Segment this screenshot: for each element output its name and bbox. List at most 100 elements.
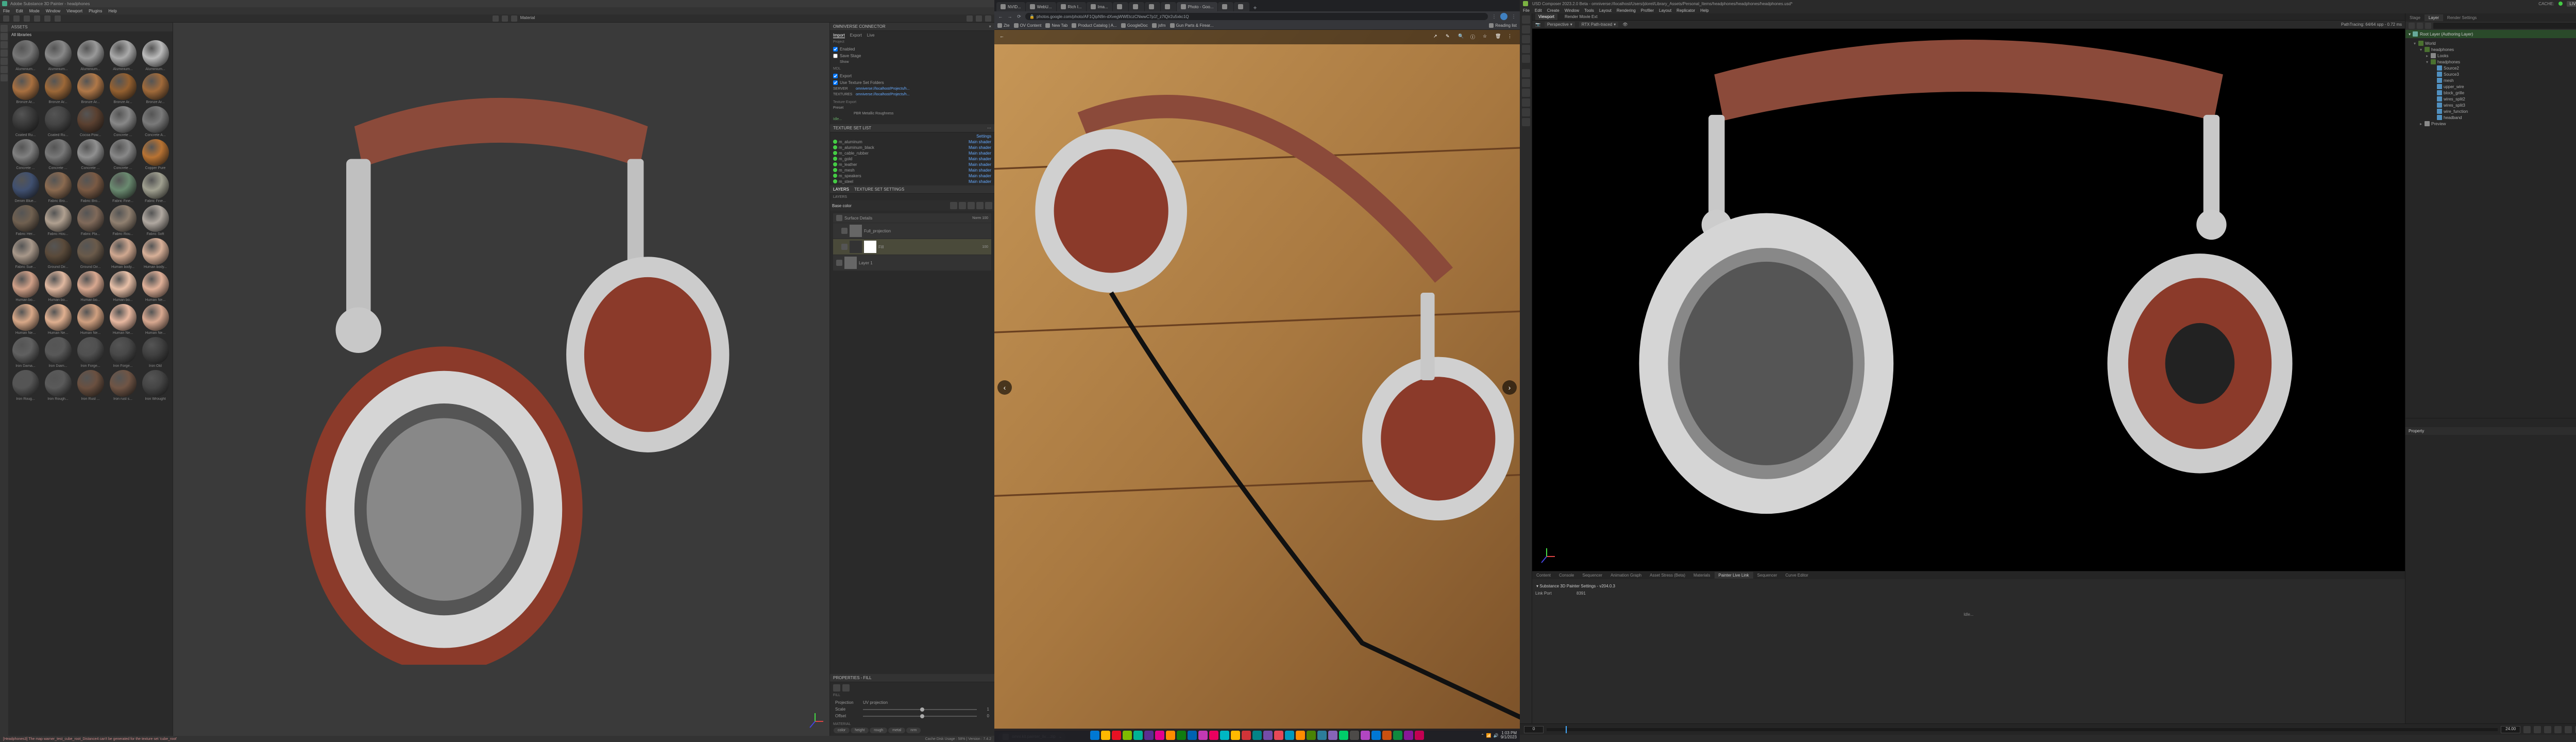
tset-eye-icon[interactable]: m_speakers bbox=[833, 174, 861, 178]
taskbar-app-icon[interactable] bbox=[1242, 731, 1251, 740]
bottom-tab[interactable]: Animation Graph bbox=[1606, 572, 1646, 579]
reading-list-button[interactable]: Reading list bbox=[1489, 23, 1517, 28]
texture-set-row[interactable]: m_aluminumMain shader bbox=[831, 139, 993, 145]
material-thumb[interactable]: Coated Ru... bbox=[10, 106, 41, 137]
sp-menu-edit[interactable]: Edit bbox=[16, 9, 23, 13]
sp-tb-hide[interactable] bbox=[44, 15, 50, 22]
tree-node[interactable]: ▾World bbox=[2406, 40, 2576, 46]
tset-shader[interactable]: Main shader bbox=[969, 168, 991, 173]
chevron-down-icon[interactable]: ▾ bbox=[2409, 32, 2411, 37]
timeline-end[interactable]: 24.00 bbox=[2501, 726, 2520, 733]
material-thumb[interactable]: Ground Dir... bbox=[43, 238, 73, 269]
layer-layer1[interactable]: Layer 1 bbox=[833, 255, 991, 271]
tree-node[interactable]: Source2 bbox=[2406, 65, 2576, 71]
material-thumb[interactable]: Fabric Soft bbox=[140, 205, 171, 236]
browser-tab[interactable]: WebU... bbox=[1026, 2, 1056, 11]
texset-settings-tab[interactable]: TEXTURE SET SETTINGS bbox=[854, 187, 904, 192]
usd-menu-rendering[interactable]: Rendering bbox=[1617, 8, 1636, 13]
bottom-tab[interactable]: Sequencer bbox=[1753, 572, 1782, 579]
playhead[interactable] bbox=[1566, 726, 1567, 733]
move-tool-icon[interactable] bbox=[1522, 25, 1530, 33]
more-icon[interactable]: ⋮ bbox=[1507, 33, 1515, 41]
material-thumb[interactable]: Denim Blue... bbox=[10, 172, 41, 203]
texture-set-row[interactable]: m_goldMain shader bbox=[831, 156, 993, 162]
material-thumb[interactable]: Aluminium... bbox=[108, 40, 138, 71]
omni-textures-value[interactable]: omniverse://localhost/Projects/h... bbox=[856, 93, 910, 96]
tset-shader[interactable]: Main shader bbox=[969, 157, 991, 161]
usd-menu-help[interactable]: Help bbox=[1700, 8, 1708, 13]
scale-slider[interactable] bbox=[863, 709, 977, 710]
material-thumb[interactable]: Concrete ... bbox=[43, 139, 73, 170]
sp-tb-persp[interactable] bbox=[502, 15, 508, 22]
material-thumb[interactable]: Aluminium... bbox=[10, 40, 41, 71]
bookmark-item[interactable]: Gun Parts & Firear... bbox=[1170, 23, 1214, 28]
tree-node[interactable]: wires_split3 bbox=[2406, 102, 2576, 108]
tree-node[interactable]: block_grille bbox=[2406, 90, 2576, 96]
tray-volume-icon[interactable]: 🔊 bbox=[1494, 733, 1499, 738]
sp-tb-undo[interactable] bbox=[3, 15, 9, 22]
omni-export-checkbox[interactable] bbox=[833, 74, 838, 78]
material-thumb[interactable]: Human bo... bbox=[10, 271, 41, 302]
tree-node[interactable]: ▸Looks bbox=[2406, 53, 2576, 59]
usd-menu-layout[interactable]: Layout bbox=[1599, 8, 1612, 13]
select-tool-icon[interactable] bbox=[1522, 15, 1530, 24]
blend-mode-dropdown[interactable]: Base color bbox=[832, 204, 852, 208]
light-tool-icon[interactable] bbox=[1522, 89, 1530, 97]
material-thumb[interactable]: Fabric Bro... bbox=[75, 172, 106, 203]
taskbar-app-icon[interactable] bbox=[1231, 731, 1240, 740]
taskbar-app-icon[interactable] bbox=[1317, 731, 1327, 740]
add-layer-icon[interactable] bbox=[950, 202, 957, 209]
omni-preset-value[interactable]: PBR Metallic Roughness bbox=[833, 112, 893, 115]
material-thumb[interactable]: Fabric Sue... bbox=[10, 238, 41, 269]
sp-material-dropdown[interactable]: Material bbox=[520, 15, 535, 22]
tset-shader[interactable]: Main shader bbox=[969, 151, 991, 156]
tset-shader[interactable]: Main shader bbox=[969, 179, 991, 184]
renderer-dropdown[interactable]: RTX Path-traced▾ bbox=[1579, 22, 1618, 27]
usd-menu-edit[interactable]: Edit bbox=[1535, 8, 1542, 13]
timeline-track[interactable] bbox=[1547, 728, 2498, 731]
taskbar-app-icon[interactable] bbox=[1339, 731, 1348, 740]
browser-tab[interactable]: Ima... bbox=[1087, 2, 1112, 11]
material-thumb[interactable]: Fabric Rou... bbox=[108, 205, 138, 236]
bottom-tab[interactable]: Sequencer bbox=[1578, 572, 1606, 579]
material-tool-icon[interactable] bbox=[1, 74, 8, 81]
taskbar-app-icon[interactable] bbox=[1296, 731, 1305, 740]
texture-set-row[interactable]: m_mesh Main shader bbox=[831, 167, 993, 173]
sp-menu-viewport[interactable]: Viewport bbox=[66, 9, 82, 13]
sp-tb-view[interactable] bbox=[55, 15, 61, 22]
omni-savestage-checkbox[interactable] bbox=[833, 54, 838, 58]
material-thumb[interactable]: Human Ne... bbox=[140, 271, 171, 302]
link-port-value[interactable]: 8391 bbox=[1577, 591, 1586, 596]
timeline-start[interactable]: 0 bbox=[1524, 726, 1544, 733]
material-thumb[interactable]: Fabric Fine... bbox=[140, 172, 171, 203]
photo-image[interactable] bbox=[994, 30, 1520, 731]
section-tool-icon[interactable] bbox=[1522, 79, 1530, 87]
sp-menu-file[interactable]: File bbox=[3, 9, 10, 13]
sp-tb-pause[interactable] bbox=[493, 15, 499, 22]
tree-toggle-icon[interactable]: ▾ bbox=[2419, 47, 2423, 52]
layers-tab[interactable]: LAYERS bbox=[833, 187, 849, 192]
material-thumb[interactable]: Human bo... bbox=[108, 271, 138, 302]
bottom-tab[interactable]: Curve Editor bbox=[1781, 572, 1812, 579]
info-icon[interactable]: ⓘ bbox=[1470, 33, 1478, 41]
browser-tab[interactable] bbox=[1145, 2, 1160, 11]
edit-icon[interactable]: ✎ bbox=[1446, 33, 1453, 41]
sp-tb-redo[interactable] bbox=[13, 15, 20, 22]
material-thumb[interactable]: Bronze Ar... bbox=[10, 73, 41, 104]
taskbar-app-icon[interactable] bbox=[1177, 731, 1186, 740]
rotate-tool-icon[interactable] bbox=[1522, 35, 1530, 43]
taskbar-app-icon[interactable] bbox=[1382, 731, 1392, 740]
add-group-icon[interactable] bbox=[968, 202, 975, 209]
profile-icon[interactable] bbox=[1500, 13, 1507, 20]
material-thumb[interactable]: Cocoa Pow... bbox=[75, 106, 106, 137]
material-thumb[interactable]: Concrete ... bbox=[75, 139, 106, 170]
taskbar-app-icon[interactable] bbox=[1415, 731, 1424, 740]
taskbar-app-icon[interactable] bbox=[1361, 731, 1370, 740]
sp-tb-camera[interactable] bbox=[24, 15, 30, 22]
tree-node[interactable]: upper_wire bbox=[2406, 83, 2576, 90]
tset-eye-icon[interactable]: m_mesh bbox=[833, 168, 855, 173]
usd-menu-layout2[interactable]: Layout bbox=[1659, 8, 1671, 13]
tset-settings-link[interactable]: Settings bbox=[976, 134, 991, 139]
material-thumb[interactable]: Fabric Bro... bbox=[43, 172, 73, 203]
layer-surface-details[interactable]: Surface Details Norm 100 bbox=[833, 213, 991, 223]
